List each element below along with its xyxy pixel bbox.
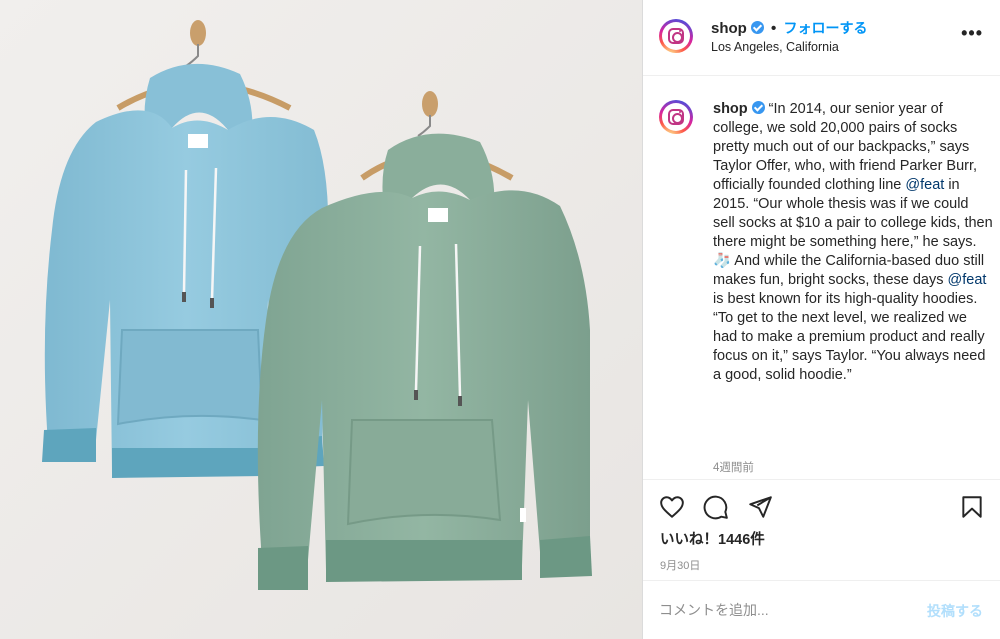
- username-link[interactable]: shop: [711, 20, 747, 37]
- sock-emoji: 🧦: [713, 253, 732, 269]
- likes-count[interactable]: いいね！1446件: [660, 528, 765, 549]
- caption-segment: is best known for its high-quality hoodi…: [713, 291, 986, 383]
- instagram-logo-icon: [668, 109, 684, 125]
- post-date: 9月30日: [660, 560, 701, 572]
- header-username-row: shop • フォローする: [711, 18, 867, 38]
- follow-button[interactable]: フォローする: [783, 20, 867, 36]
- mention-link[interactable]: @feat: [948, 272, 987, 288]
- post-comment-button[interactable]: 投稿する: [927, 601, 983, 621]
- post-sidebar: shop • フォローする Los Angeles, California ••…: [642, 0, 1000, 639]
- time-ago: 4週間前: [713, 462, 754, 474]
- heart-icon[interactable]: [659, 494, 685, 520]
- verified-badge-icon: [751, 101, 765, 114]
- verified-badge-icon: [750, 21, 764, 34]
- instagram-logo-icon: [668, 28, 684, 44]
- bookmark-icon[interactable]: [959, 494, 985, 520]
- caption-username[interactable]: shop: [713, 101, 748, 117]
- more-options-icon[interactable]: •••: [961, 24, 983, 42]
- post-header: shop • フォローする Los Angeles, California ••…: [643, 0, 1000, 76]
- avatar[interactable]: [659, 19, 693, 53]
- mention-link[interactable]: @feat: [905, 177, 944, 193]
- separator-dot: •: [771, 20, 777, 37]
- caption-text: shop “In 2014, our senior year of colleg…: [713, 100, 993, 385]
- comment-input[interactable]: [659, 599, 899, 621]
- hoodies-image: [0, 0, 642, 639]
- paper-plane-icon[interactable]: [747, 494, 773, 520]
- location-link[interactable]: Los Angeles, California: [711, 40, 839, 54]
- comment-icon[interactable]: [703, 494, 729, 520]
- caption-segment: And while the California-based duo still…: [713, 253, 985, 288]
- caption-avatar[interactable]: [659, 100, 693, 134]
- comment-bar: 投稿する: [643, 580, 1000, 639]
- post-photo[interactable]: [0, 0, 642, 639]
